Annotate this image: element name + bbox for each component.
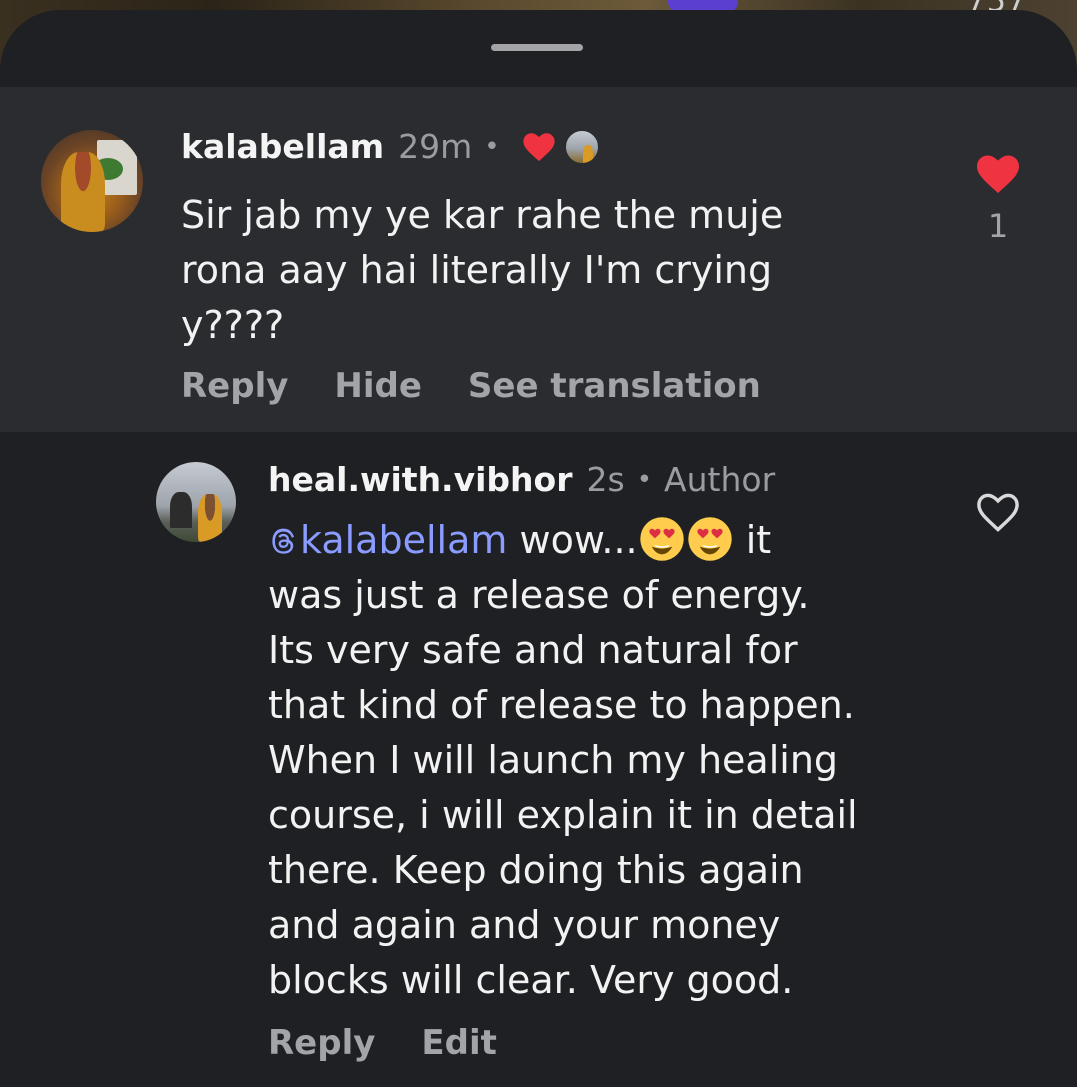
reply-line: and again and your money bbox=[268, 903, 781, 947]
reply-line: Its very safe and natural for bbox=[268, 628, 798, 672]
reply-line: was just a release of energy. bbox=[268, 573, 810, 617]
separator-dot: • bbox=[484, 132, 500, 162]
comment-item[interactable]: kalabellam 29m • Sir jab my ye kar rahe … bbox=[0, 87, 1077, 432]
comment-body: Sir jab my ye kar rahe the muje rona aay… bbox=[181, 188, 783, 353]
reply-button[interactable]: Reply bbox=[268, 1023, 375, 1063]
comment-username[interactable]: kalabellam bbox=[181, 127, 384, 167]
like-heart-icon[interactable] bbox=[975, 153, 1021, 195]
author-badge: Author bbox=[664, 460, 776, 499]
reply-line: course, i will explain it in detail bbox=[268, 793, 858, 837]
comment-actions: Reply Hide See translation bbox=[181, 366, 807, 406]
reply-header: heal.with.vibhor 2s • Author bbox=[268, 460, 775, 500]
mention-username[interactable]: kalabellam bbox=[300, 518, 507, 562]
heart-outline-icon[interactable] bbox=[975, 491, 1021, 533]
heart-eyes-emoji-icon bbox=[687, 517, 732, 561]
avatar[interactable] bbox=[156, 462, 236, 542]
reply-text-segment: it bbox=[745, 518, 772, 562]
separator-dot: • bbox=[636, 465, 653, 495]
reply-time: 2s bbox=[586, 460, 625, 499]
reply-body: kalabellam wow... it was just a release … bbox=[268, 513, 858, 1008]
avatar[interactable] bbox=[41, 130, 143, 232]
reply-text-segment: wow... bbox=[519, 518, 638, 562]
see-translation-button[interactable]: See translation bbox=[468, 366, 761, 406]
reply-line: When I will launch my healing bbox=[268, 738, 839, 782]
reply-line: that kind of release to happen. bbox=[268, 683, 855, 727]
author-mini-avatar bbox=[563, 129, 600, 165]
comment-line: Sir jab my ye kar rahe the muje bbox=[181, 193, 784, 237]
author-liked-heart-icon bbox=[522, 133, 555, 162]
comment-header: kalabellam 29m • bbox=[181, 127, 600, 167]
comment-time: 29m bbox=[398, 127, 473, 166]
reply-line: blocks will clear. Very good. bbox=[268, 958, 794, 1002]
mention-link[interactable]: kalabellam bbox=[268, 518, 507, 562]
reply-actions: Reply Edit bbox=[268, 1023, 543, 1063]
drag-handle[interactable] bbox=[491, 44, 583, 51]
hide-button[interactable]: Hide bbox=[334, 366, 422, 406]
reply-first-line: kalabellam wow... it bbox=[268, 513, 858, 568]
like-count: 1 bbox=[987, 207, 1009, 245]
reply-line: there. Keep doing this again bbox=[268, 848, 804, 892]
threads-at-icon bbox=[272, 528, 294, 554]
edit-button[interactable]: Edit bbox=[421, 1023, 496, 1063]
comment-line: rona aay hai literally I'm crying bbox=[181, 248, 773, 292]
reply-username[interactable]: heal.with.vibhor bbox=[268, 460, 572, 500]
comments-sheet[interactable]: kalabellam 29m • Sir jab my ye kar rahe … bbox=[0, 10, 1077, 1087]
comment-line: y???? bbox=[181, 303, 285, 347]
heart-eyes-emoji-icon bbox=[639, 517, 684, 561]
reply-button[interactable]: Reply bbox=[181, 366, 288, 406]
comments-screen: 757 kalabellam 29m • Sir jab my ye kar r… bbox=[0, 0, 1077, 1087]
